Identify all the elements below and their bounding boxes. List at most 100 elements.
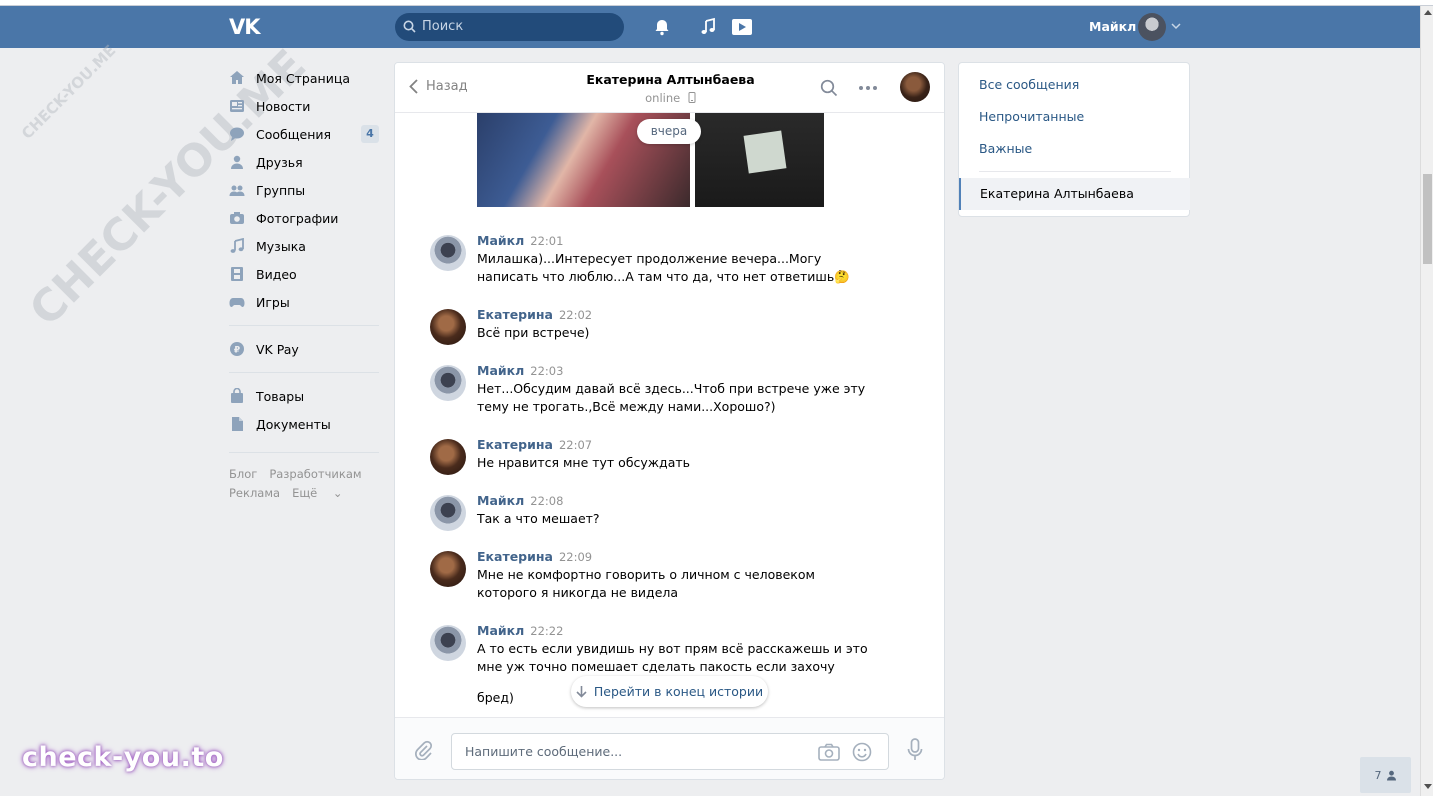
sidebar-item-games[interactable]: Игры — [229, 288, 379, 316]
sidebar-item-label: Моя Страница — [256, 70, 350, 86]
scroll-thumb[interactable] — [1423, 174, 1432, 264]
top-header: VK Поиск Майкл — [0, 6, 1420, 48]
message-filters: Все сообщения Непрочитанные Важные Екате… — [958, 62, 1190, 217]
avatar[interactable] — [430, 495, 466, 531]
avatar[interactable] — [430, 365, 466, 401]
message-text: Всё при встрече) — [477, 325, 590, 340]
message-placeholder: Напишите сообщение... — [465, 744, 623, 759]
sidebar-item-friends[interactable]: Друзья — [229, 148, 379, 176]
music-icon[interactable] — [698, 17, 718, 37]
document-icon — [229, 416, 245, 432]
sidebar-footer: Блог Разработчикам Реклама Ещё ⌄ — [229, 465, 379, 503]
vk-logo[interactable]: VK — [229, 15, 263, 39]
scroll-down-icon[interactable] — [1424, 784, 1432, 789]
message-author[interactable]: Екатерина — [477, 549, 553, 564]
sidebar-item-goods[interactable]: Товары — [229, 382, 379, 410]
search-input[interactable]: Поиск — [395, 13, 624, 41]
search-icon[interactable] — [820, 79, 838, 97]
svg-text:₽: ₽ — [234, 346, 240, 356]
sidebar-item-video[interactable]: Видео — [229, 260, 379, 288]
avatar[interactable] — [430, 439, 466, 475]
more-icon[interactable] — [858, 79, 878, 97]
online-count: 7 — [1374, 768, 1382, 782]
sidebar-item-my-page[interactable]: Моя Страница — [229, 64, 379, 92]
sidebar-item-vkpay[interactable]: ₽ VK Pay — [229, 335, 379, 363]
footer-more-label: Ещё — [292, 486, 318, 500]
jump-label: Перейти в конец истории — [593, 684, 764, 699]
message-time[interactable]: 22:03 — [530, 364, 563, 378]
user-avatar[interactable] — [1138, 13, 1166, 41]
sidebar-divider — [229, 452, 379, 453]
sidebar-item-groups[interactable]: Группы — [229, 176, 379, 204]
message-time[interactable]: 22:22 — [530, 624, 563, 638]
filter-unread[interactable]: Непрочитанные — [979, 109, 1084, 124]
avatar[interactable] — [430, 235, 466, 271]
message-text: Мне не комфортно говорить о личном с чел… — [477, 567, 815, 600]
footer-link-more[interactable]: Ещё ⌄ — [292, 486, 354, 500]
message-text: Милашка)...Интересует продолжение вечера… — [477, 251, 850, 284]
chat-header: Назад Екатерина Алтынбаева online — [395, 63, 944, 113]
smile-icon[interactable] — [852, 742, 872, 762]
search-placeholder: Поиск — [422, 19, 464, 34]
date-pill: вчера — [637, 119, 701, 144]
microphone-icon[interactable] — [907, 738, 923, 762]
attach-icon[interactable] — [413, 740, 433, 760]
film-icon — [229, 266, 245, 282]
avatar[interactable] — [430, 309, 466, 345]
camera-icon — [229, 210, 245, 226]
bell-icon[interactable] — [652, 17, 672, 37]
footer-link-ads[interactable]: Реклама — [229, 486, 280, 500]
message-author[interactable]: Екатерина — [477, 437, 553, 452]
message-text: А то есть если увидишь ну вот прям всё р… — [477, 641, 868, 674]
sidebar-item-photos[interactable]: Фотографии — [229, 204, 379, 232]
sidebar-item-label: Видео — [256, 266, 297, 282]
avatar[interactable] — [430, 551, 466, 587]
search-icon — [403, 20, 416, 33]
messages-icon — [229, 126, 245, 142]
photo-attachment[interactable] — [695, 113, 824, 207]
chat-avatar[interactable] — [900, 72, 930, 102]
message-time[interactable]: 22:02 — [559, 308, 592, 322]
message-author[interactable]: Майкл — [477, 493, 524, 508]
status-text: online — [645, 91, 681, 105]
scroll-up-icon[interactable] — [1424, 10, 1432, 15]
filter-divider — [979, 171, 1171, 172]
music-icon — [229, 238, 245, 254]
message-text: Не нравится мне тут обсуждать — [477, 455, 691, 470]
sidebar-item-messages[interactable]: Сообщения 4 — [229, 120, 379, 148]
page-scrollbar[interactable] — [1420, 6, 1433, 796]
home-icon — [229, 70, 245, 86]
avatar[interactable] — [430, 625, 466, 661]
bag-icon — [229, 388, 245, 404]
message-time[interactable]: 22:07 — [559, 438, 592, 452]
sidebar-item-news[interactable]: Новости — [229, 92, 379, 120]
camera-icon[interactable] — [818, 743, 840, 761]
message-author[interactable]: Майкл — [477, 233, 524, 248]
chevron-down-icon: ⌄ — [332, 486, 343, 500]
message-time[interactable]: 22:09 — [559, 550, 592, 564]
sidebar-item-label: Группы — [256, 182, 306, 198]
online-friends-button[interactable]: 7 — [1360, 757, 1411, 793]
filter-all-messages[interactable]: Все сообщения — [979, 77, 1079, 92]
message-author[interactable]: Майкл — [477, 623, 524, 638]
footer-link-blog[interactable]: Блог — [229, 467, 257, 481]
sidebar-item-documents[interactable]: Документы — [229, 410, 379, 438]
footer-link-developers[interactable]: Разработчикам — [269, 467, 361, 481]
user-name[interactable]: Майкл — [1089, 19, 1136, 34]
chat-panel: Назад Екатерина Алтынбаева online вчера … — [394, 62, 945, 780]
jump-to-end-button[interactable]: Перейти в конец истории — [571, 676, 768, 707]
message-time[interactable]: 22:01 — [530, 234, 563, 248]
message-time[interactable]: 22:08 — [530, 494, 563, 508]
filter-important[interactable]: Важные — [979, 141, 1032, 156]
message-author[interactable]: Екатерина — [477, 307, 553, 322]
video-icon[interactable] — [731, 17, 753, 37]
sidebar-item-music[interactable]: Музыка — [229, 232, 379, 260]
groups-icon — [229, 182, 245, 198]
message-composer: Напишите сообщение... — [395, 717, 944, 779]
chevron-down-icon[interactable] — [1171, 21, 1181, 31]
brand-watermark: check-you.to — [22, 742, 224, 773]
message-author[interactable]: Майкл — [477, 363, 524, 378]
active-conversation[interactable]: Екатерина Алтынбаева — [959, 178, 1190, 210]
sidebar-item-label: Документы — [256, 416, 331, 432]
message-input[interactable]: Напишите сообщение... — [451, 733, 889, 770]
